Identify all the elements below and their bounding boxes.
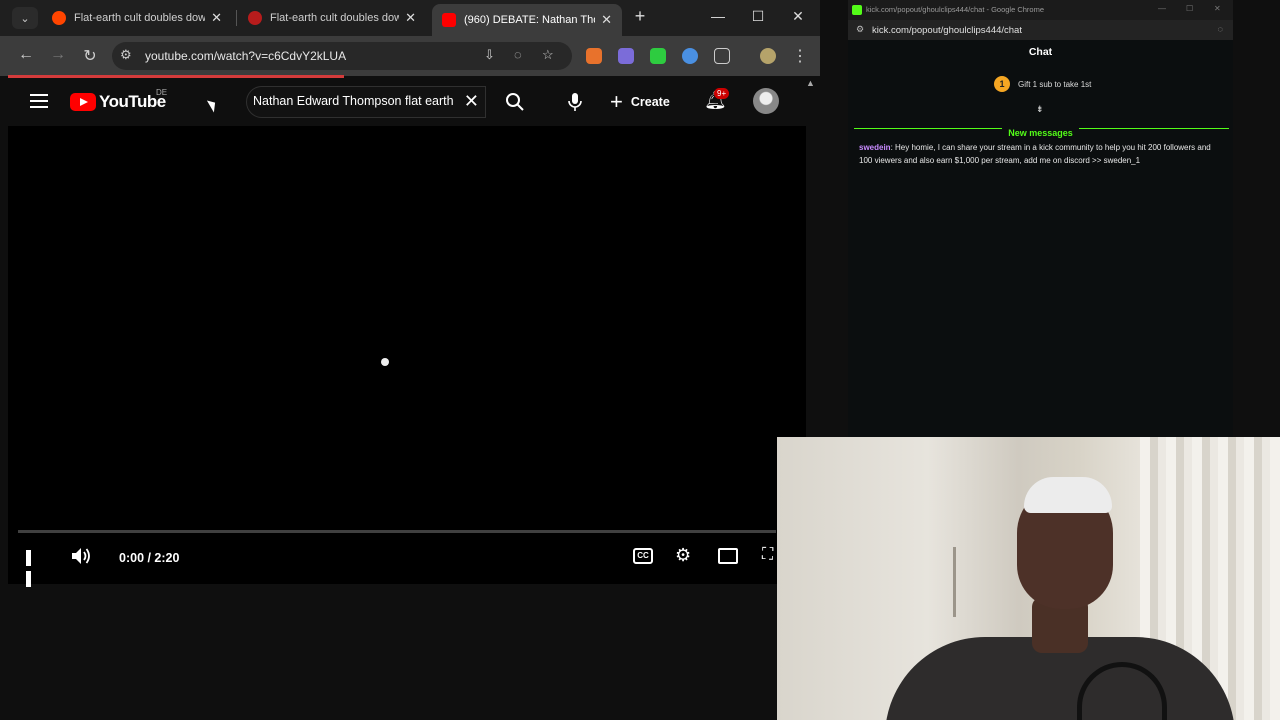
chrome-window: ⌄ Flat-earth cult doubles dow ✕ Flat-ear… <box>0 0 820 720</box>
gift-sub-banner[interactable]: 1 Gift 1 sub to take 1st <box>994 76 1091 92</box>
region-code: DE <box>156 88 168 97</box>
tab-strip: ⌄ Flat-earth cult doubles dow ✕ Flat-ear… <box>0 0 820 36</box>
tab-2[interactable]: Flat-earth cult doubles dow ✕ <box>238 4 426 32</box>
minimize-button[interactable]: — <box>708 8 728 24</box>
close-window-button[interactable]: ✕ <box>788 8 808 25</box>
extension-green-icon[interactable] <box>650 48 666 64</box>
scrollbar-up-arrow-icon[interactable]: ▲ <box>806 78 815 88</box>
kick-close-button[interactable]: ✕ <box>1214 4 1221 13</box>
video-player[interactable]: 0:00 / 2:20 CC ⚙ ⛶ <box>8 126 806 587</box>
kick-window-title: kick.com/popout/ghoulclips444/chat - Goo… <box>866 5 1045 14</box>
collapse-chevron-icon[interactable]: ⇟ <box>1036 104 1044 115</box>
desktop-gap-right <box>1233 0 1280 437</box>
tab-search-button[interactable]: ⌄ <box>12 7 38 29</box>
volume-icon[interactable] <box>70 546 92 566</box>
chrome-menu-icon[interactable]: ⋮ <box>790 46 810 66</box>
settings-gear-icon[interactable]: ⚙ <box>675 545 691 566</box>
loading-spinner <box>381 358 389 366</box>
address-bar[interactable]: ⚙ youtube.com/watch?v=c6CdvY2kLUA ⇩ ◌ ☆ <box>112 42 572 70</box>
tab-close-icon[interactable]: ✕ <box>211 10 222 26</box>
youtube-play-icon <box>70 93 96 111</box>
tab-3-active[interactable]: (960) DEBATE: Nathan Thom ✕ <box>432 4 622 36</box>
door-handle <box>953 547 956 617</box>
kick-icon <box>852 5 862 15</box>
youtube-icon <box>442 13 456 27</box>
theater-mode-button[interactable] <box>718 548 738 564</box>
person-cap <box>1024 477 1112 513</box>
youtube-logo[interactable]: YouTube <box>70 92 166 112</box>
search-input[interactable]: Nathan Edward Thompson flat earth ✕ <box>246 86 486 118</box>
chat-message: swedein: Hey homie, I can share your str… <box>859 142 1224 167</box>
chevron-down-icon: ⌄ <box>20 12 30 25</box>
tab-close-icon[interactable]: ✕ <box>405 10 416 26</box>
search-input-value: Nathan Edward Thompson flat earth <box>253 94 454 108</box>
kick-titlebar: kick.com/popout/ghoulclips444/chat - Goo… <box>848 0 1233 20</box>
video-progress-bar[interactable] <box>18 530 776 533</box>
search-icon <box>506 93 524 111</box>
notification-badge: 9+ <box>714 88 730 99</box>
profile-avatar-icon[interactable] <box>760 48 776 64</box>
eye-off-icon[interactable]: ◌ <box>1218 24 1223 34</box>
pause-button[interactable] <box>26 550 42 587</box>
hammer-sickle-icon <box>248 11 262 25</box>
tab-title: Flat-earth cult doubles dow <box>74 12 206 24</box>
account-avatar[interactable] <box>753 88 779 114</box>
kick-address-bar[interactable]: ⚙ kick.com/popout/ghoulclips444/chat ◌ <box>848 20 1233 40</box>
gift-text: Gift 1 sub to take 1st <box>1018 79 1092 89</box>
extensions-puzzle-icon[interactable] <box>714 48 730 64</box>
site-info-icon[interactable]: ⚙ <box>856 24 864 35</box>
reload-button[interactable]: ↻ <box>80 46 100 66</box>
bookmark-star-icon[interactable]: ☆ <box>542 47 554 63</box>
chat-text: Hey homie, I can share your stream in a … <box>859 143 1211 165</box>
kick-url-text: kick.com/popout/ghoulclips444/chat <box>872 25 1022 36</box>
extension-globe-icon[interactable] <box>682 48 698 64</box>
reddit-icon <box>52 11 66 25</box>
plus-icon: + <box>610 89 623 114</box>
install-app-icon[interactable]: ⇩ <box>484 47 495 63</box>
tab-divider <box>236 10 237 26</box>
kick-maximize-button[interactable]: ☐ <box>1186 4 1193 13</box>
extension-cloud-icon[interactable] <box>618 48 634 64</box>
tab-title: Flat-earth cult doubles dow <box>270 12 400 24</box>
tab-1[interactable]: Flat-earth cult doubles dow ✕ <box>42 4 232 32</box>
create-label: Create <box>630 95 670 109</box>
new-messages-text: New messages <box>1002 128 1079 138</box>
browser-toolbar: ← → ↻ ⚙ youtube.com/watch?v=c6CdvY2kLUA … <box>0 36 820 76</box>
hamburger-menu-icon[interactable] <box>30 94 48 112</box>
eye-off-icon[interactable]: ◌ <box>514 47 522 62</box>
youtube-header: YouTube DE Nathan Edward Thompson flat e… <box>0 78 806 126</box>
desktop-gap <box>820 0 848 437</box>
url-text: youtube.com/watch?v=c6CdvY2kLUA <box>145 49 347 63</box>
forward-button[interactable]: → <box>48 46 68 64</box>
voice-search-button[interactable] <box>558 86 592 118</box>
create-button[interactable]: + Create <box>610 88 670 116</box>
fullscreen-icon[interactable]: ⛶ <box>762 546 773 564</box>
gift-count-badge: 1 <box>994 76 1010 92</box>
tab-close-icon[interactable]: ✕ <box>601 12 612 28</box>
maximize-button[interactable]: ☐ <box>748 8 768 25</box>
chat-title: Chat <box>1028 46 1053 58</box>
search-button[interactable] <box>490 86 540 118</box>
tab-title: (960) DEBATE: Nathan Thom <box>464 14 596 26</box>
microphone-icon <box>568 93 582 111</box>
chat-username[interactable]: swedein <box>859 143 891 152</box>
kick-minimize-button[interactable]: — <box>1158 4 1166 13</box>
extension-fox-icon[interactable] <box>586 48 602 64</box>
back-button[interactable]: ← <box>16 46 36 64</box>
video-time: 0:00 / 2:20 <box>119 551 180 565</box>
new-tab-button[interactable]: + <box>630 6 650 27</box>
webcam-feed <box>777 437 1280 720</box>
kick-chat-window: kick.com/popout/ghoulclips444/chat - Goo… <box>848 0 1233 437</box>
clear-search-icon[interactable]: ✕ <box>464 91 479 112</box>
desktop: ⌄ Flat-earth cult doubles dow ✕ Flat-ear… <box>0 0 1280 720</box>
new-messages-label[interactable]: New messages <box>848 123 1233 141</box>
site-info-icon[interactable]: ⚙ <box>120 47 132 63</box>
captions-button[interactable]: CC <box>633 548 653 564</box>
